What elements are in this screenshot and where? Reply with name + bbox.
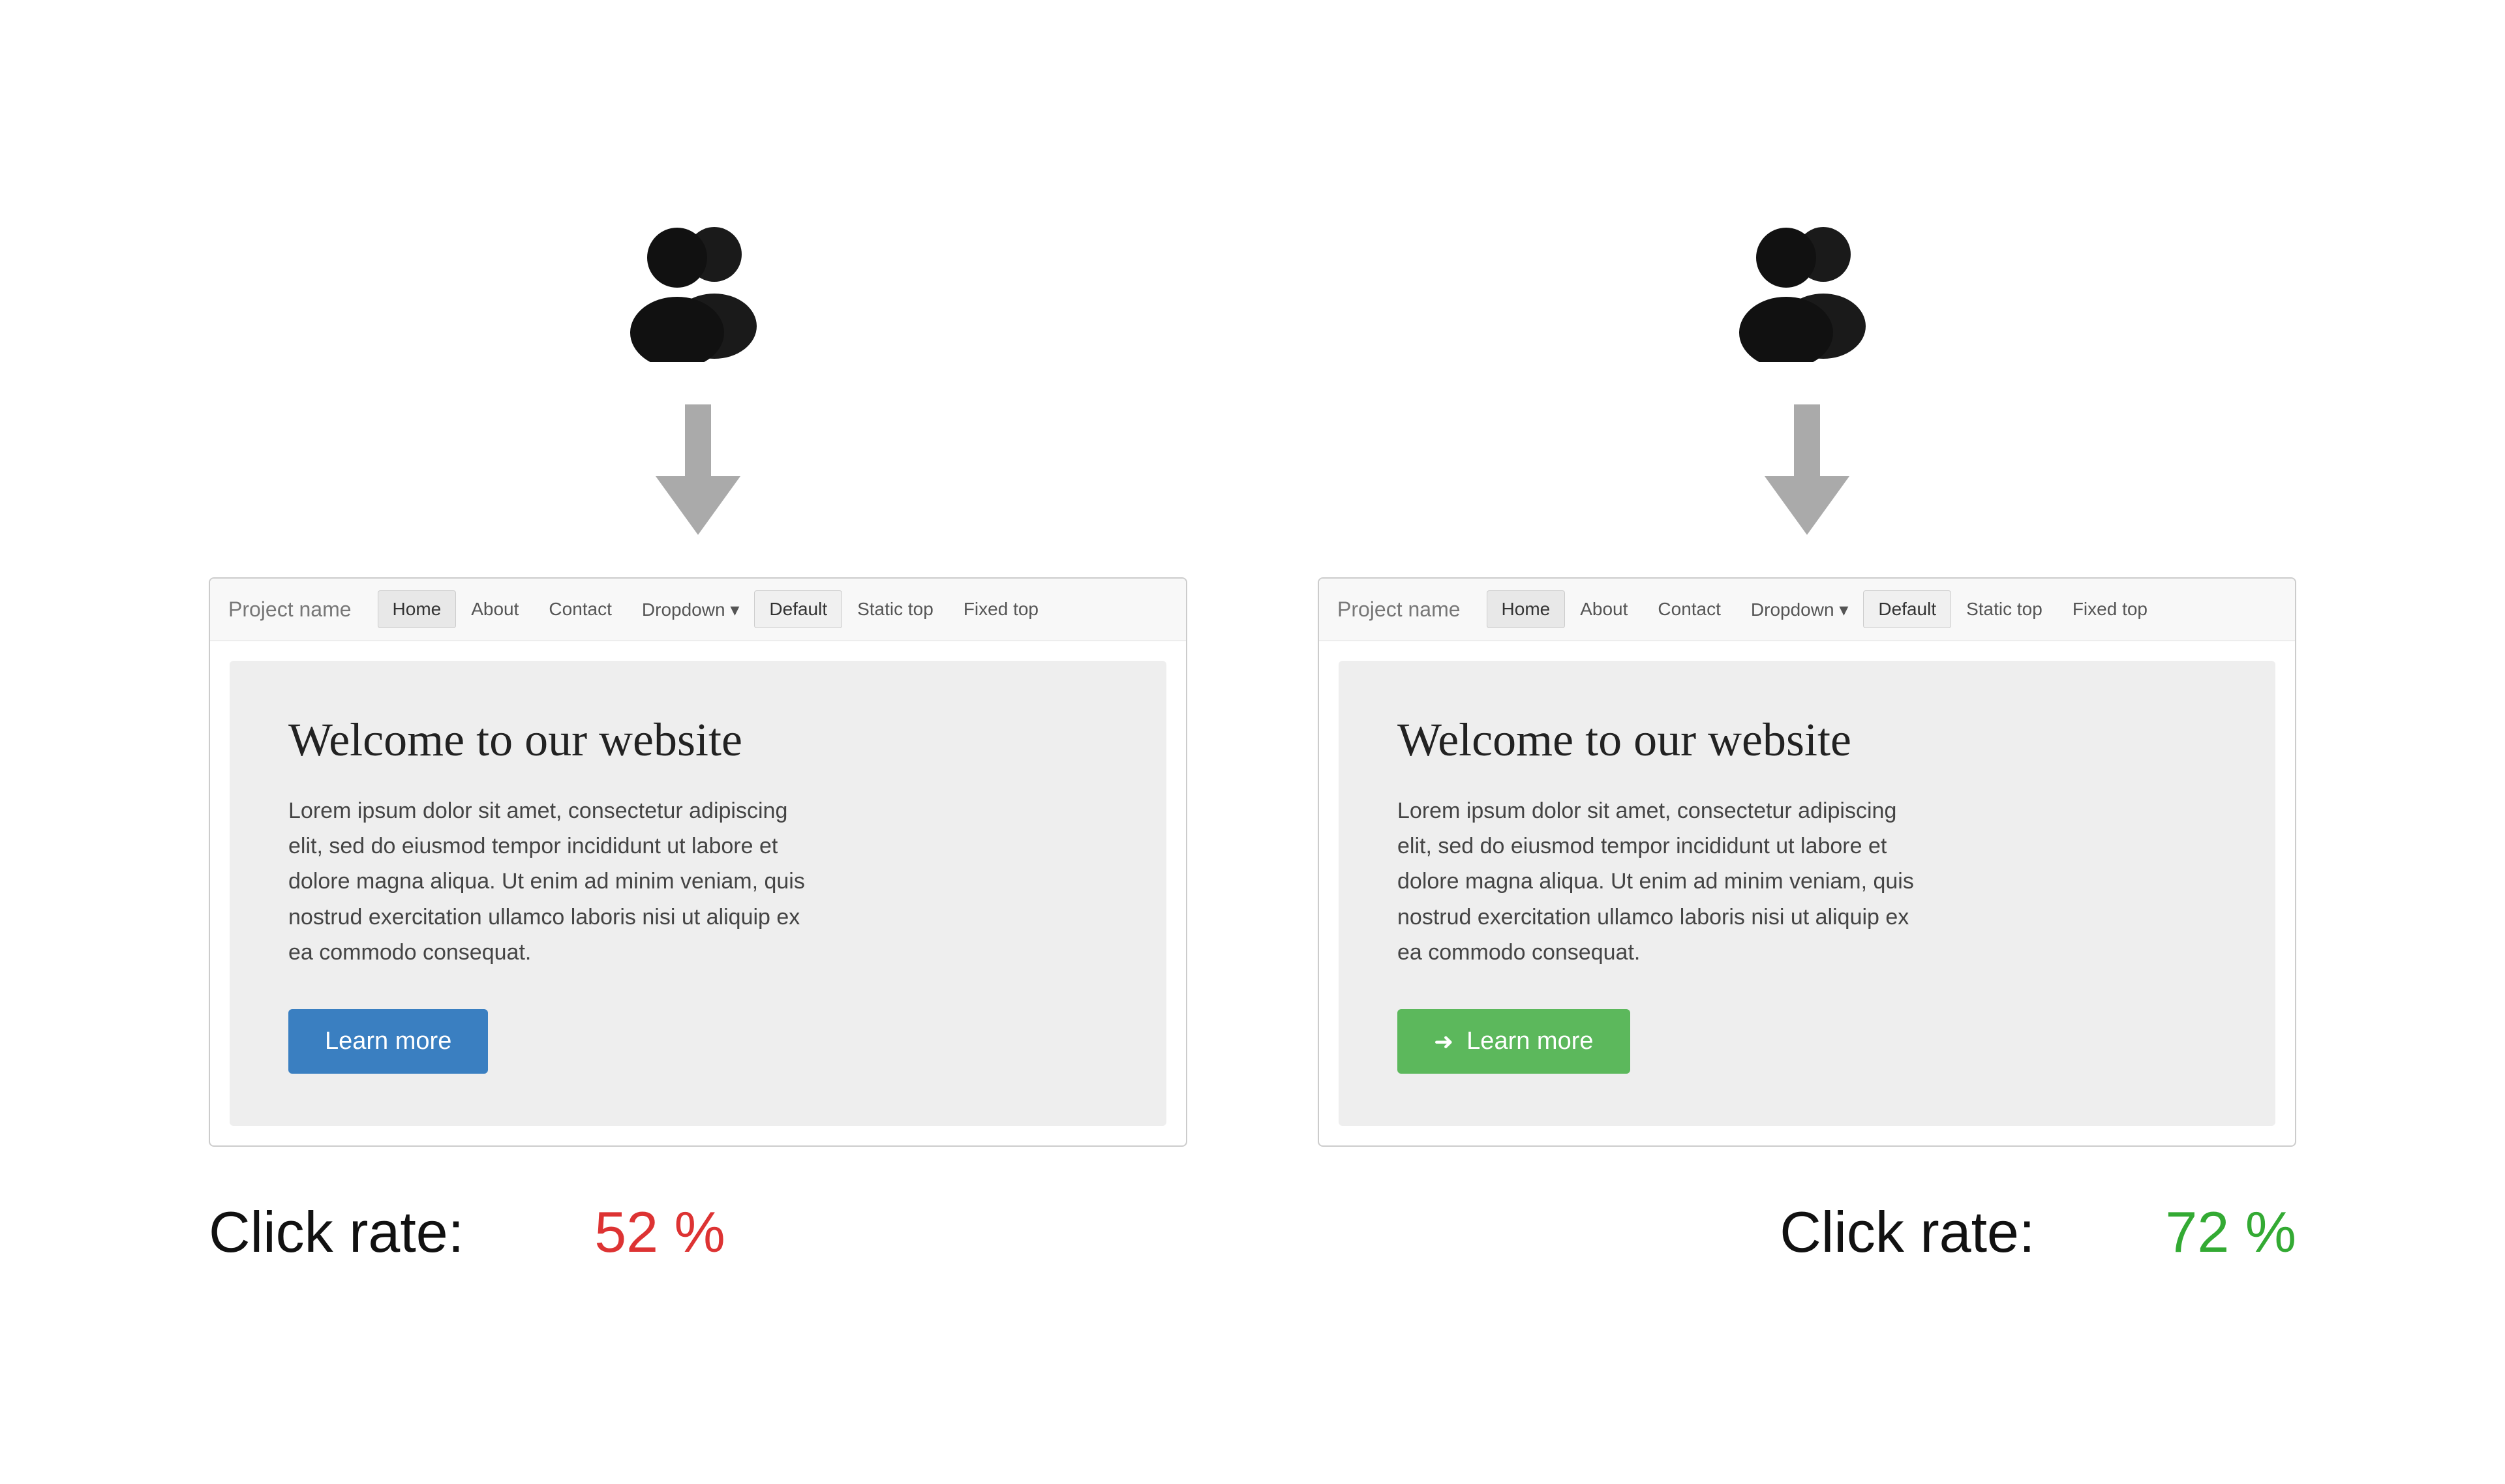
click-rate-label-b: Click rate:: [1780, 1199, 2035, 1265]
click-rate-value-a: 52 %: [594, 1199, 725, 1265]
click-rate-label-a: Click rate:: [209, 1199, 464, 1265]
browser-mockup-b: Project name Home About Contact Dropdown…: [1318, 577, 2296, 1147]
nav-brand-b: Project name: [1337, 598, 1461, 622]
nav-brand-a: Project name: [228, 598, 352, 622]
nav-dropdown-b[interactable]: Dropdown ▾: [1736, 590, 1863, 629]
hero-title-b: Welcome to our website: [1397, 713, 2217, 767]
nav-statictop-b[interactable]: Static top: [1951, 590, 2057, 628]
click-rate-value-b: 72 %: [2165, 1199, 2296, 1265]
nav-about-b[interactable]: About: [1565, 590, 1643, 628]
hero-body-a: Lorem ipsum dolor sit amet, consectetur …: [288, 793, 810, 971]
browser-mockup-a: Project name Home About Contact Dropdown…: [209, 577, 1187, 1147]
hero-title-a: Welcome to our website: [288, 713, 1108, 767]
nav-bar-a: Project name Home About Contact Dropdown…: [210, 579, 1186, 641]
nav-fixedtop-b[interactable]: Fixed top: [2057, 590, 2163, 628]
nav-home-a[interactable]: Home: [378, 590, 457, 628]
click-rate-row-a: Click rate: 52 %: [209, 1199, 1187, 1265]
nav-dropdown-a[interactable]: Dropdown ▾: [627, 590, 754, 629]
arrow-down-a: [656, 404, 740, 538]
nav-fixedtop-a[interactable]: Fixed top: [949, 590, 1054, 628]
nav-default-b[interactable]: Default: [1863, 590, 1951, 628]
hero-body-b: Lorem ipsum dolor sit amet, consectetur …: [1397, 793, 1919, 971]
nav-contact-b[interactable]: Contact: [1643, 590, 1736, 628]
main-container: Project name Home About Contact Dropdown…: [157, 166, 2348, 1318]
users-icon-a: [594, 219, 802, 365]
users-icon-b: [1703, 219, 1911, 365]
arrow-down-b: [1765, 404, 1849, 538]
arrow-right-icon: ➜: [1434, 1028, 1453, 1055]
nav-contact-a[interactable]: Contact: [534, 590, 627, 628]
click-rate-row-b: Click rate: 72 %: [1318, 1199, 2296, 1265]
nav-statictop-a[interactable]: Static top: [842, 590, 949, 628]
nav-default-a[interactable]: Default: [754, 590, 842, 628]
hero-section-a: Welcome to our website Lorem ipsum dolor…: [230, 661, 1166, 1127]
nav-home-b[interactable]: Home: [1487, 590, 1566, 628]
nav-about-a[interactable]: About: [456, 590, 534, 628]
nav-bar-b: Project name Home About Contact Dropdown…: [1319, 579, 2295, 641]
variant-b: Project name Home About Contact Dropdown…: [1318, 219, 2296, 1266]
learn-more-button-a[interactable]: Learn more: [288, 1009, 488, 1074]
hero-section-b: Welcome to our website Lorem ipsum dolor…: [1339, 661, 2275, 1127]
learn-more-button-b[interactable]: ➜ Learn more: [1397, 1009, 1630, 1074]
variant-a: Project name Home About Contact Dropdown…: [209, 219, 1187, 1266]
